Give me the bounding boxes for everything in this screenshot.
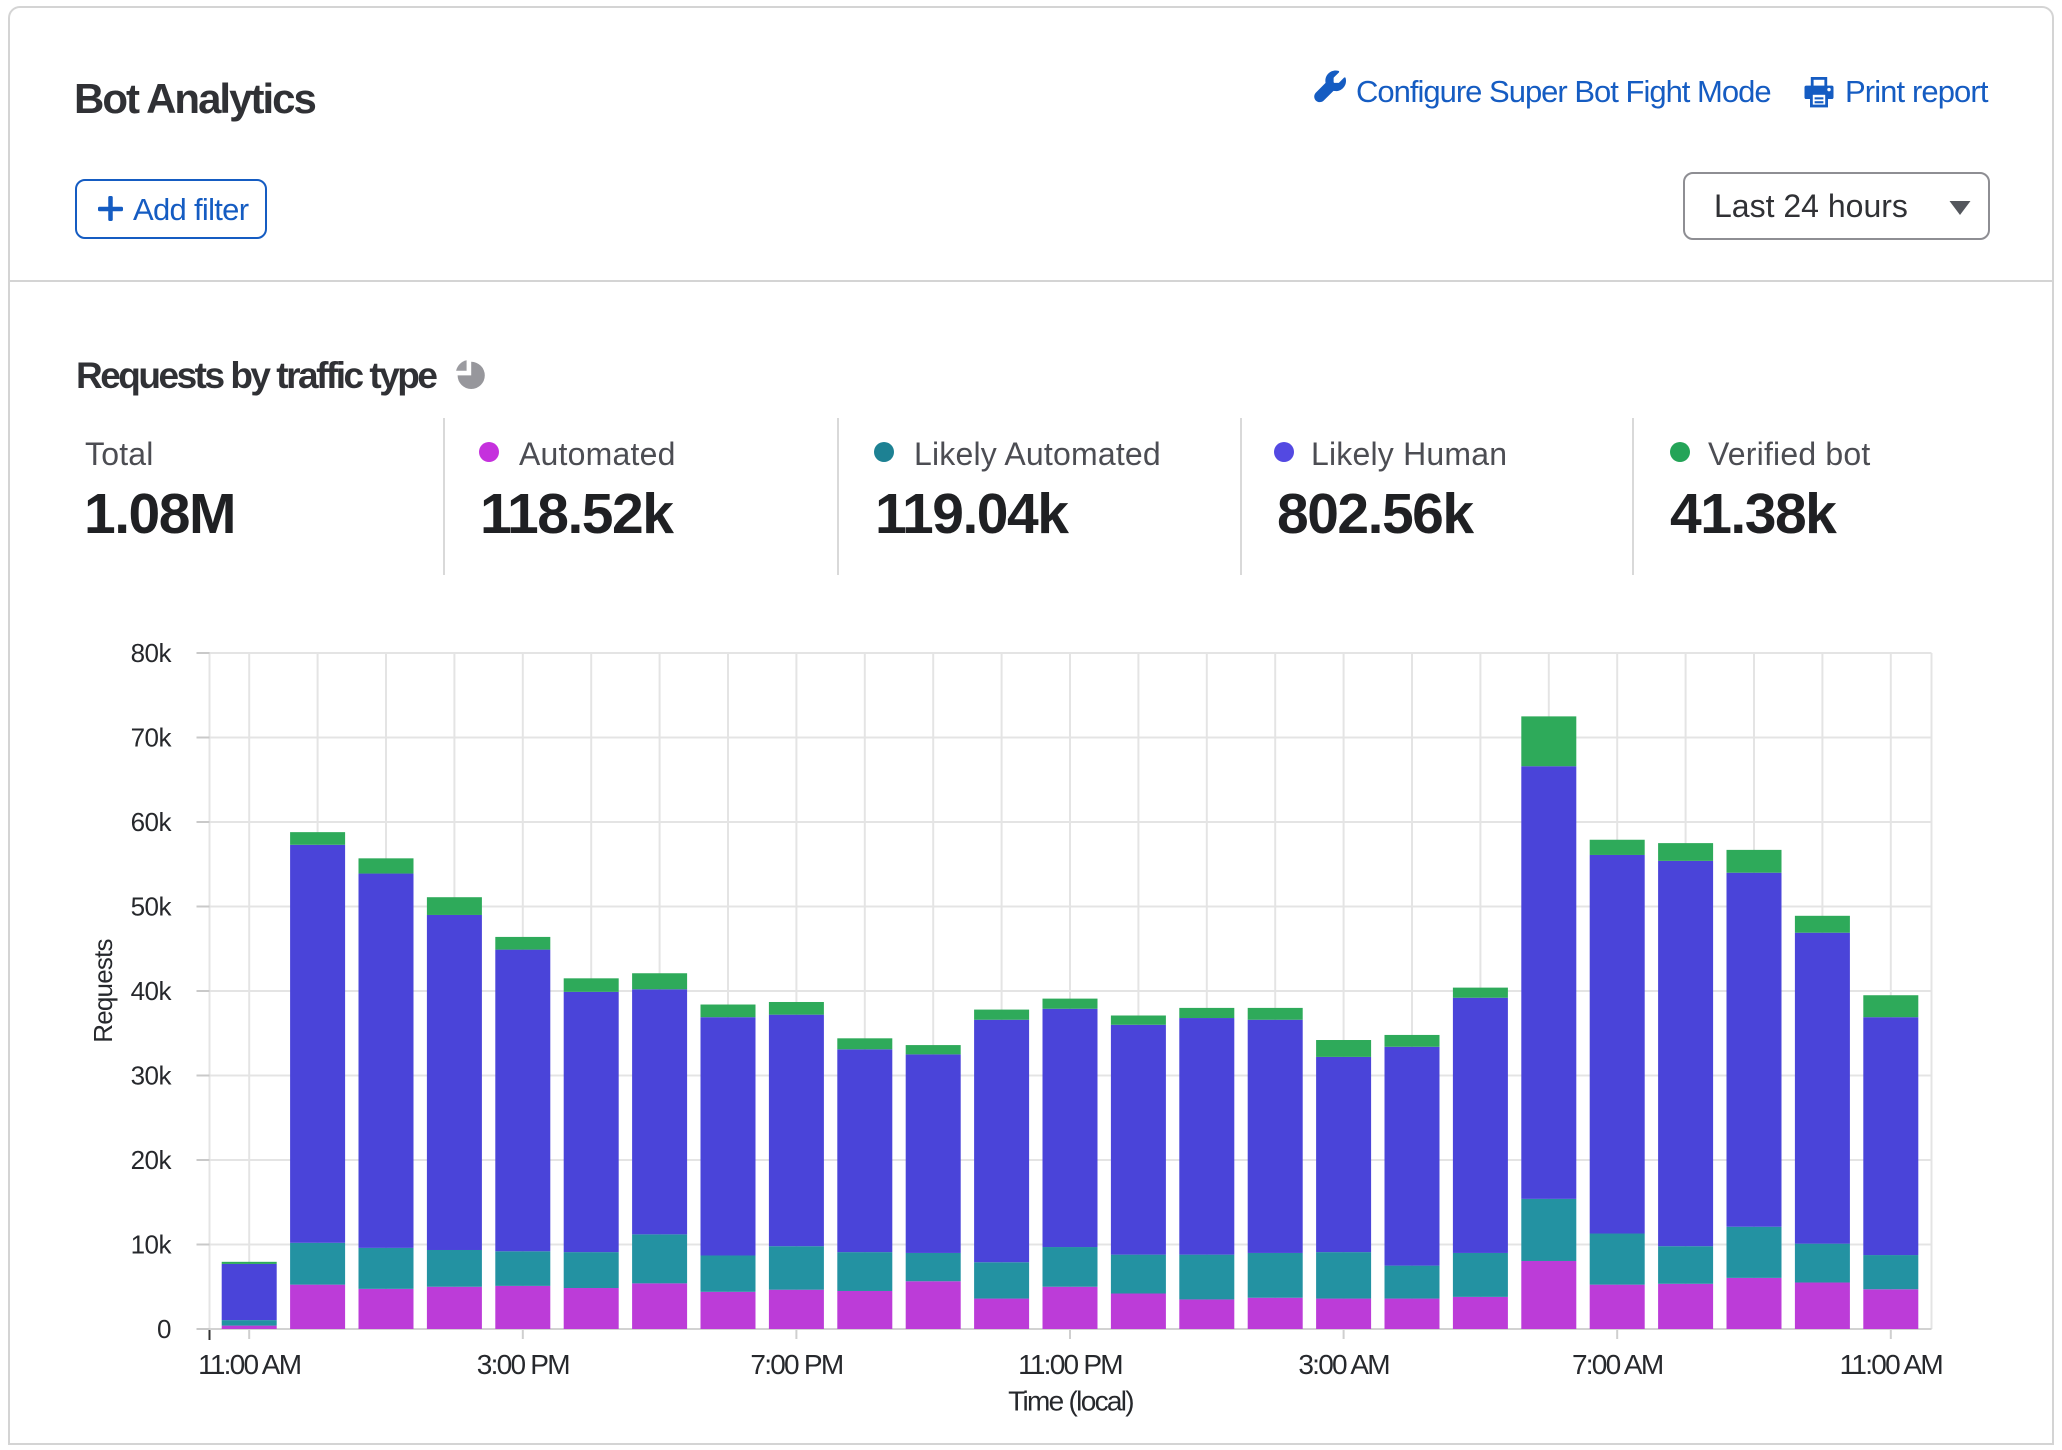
svg-text:80k: 80k xyxy=(131,638,173,668)
svg-text:70k: 70k xyxy=(131,723,173,753)
svg-text:3:00 AM: 3:00 AM xyxy=(1298,1349,1389,1380)
svg-text:20k: 20k xyxy=(131,1145,173,1175)
svg-text:7:00 AM: 7:00 AM xyxy=(1572,1349,1663,1380)
svg-text:Time (local): Time (local) xyxy=(1008,1385,1133,1416)
svg-text:7:00 PM: 7:00 PM xyxy=(750,1349,842,1380)
svg-text:60k: 60k xyxy=(131,807,173,837)
svg-text:3:00 PM: 3:00 PM xyxy=(477,1349,569,1380)
svg-text:30k: 30k xyxy=(131,1061,173,1091)
svg-text:40k: 40k xyxy=(131,976,173,1006)
svg-text:11:00 AM: 11:00 AM xyxy=(1840,1349,1943,1380)
svg-text:10k: 10k xyxy=(131,1230,173,1260)
svg-text:11:00 PM: 11:00 PM xyxy=(1018,1349,1122,1380)
svg-text:11:00 AM: 11:00 AM xyxy=(198,1349,301,1380)
svg-text:Requests: Requests xyxy=(88,938,118,1042)
svg-text:0: 0 xyxy=(157,1314,171,1344)
svg-text:50k: 50k xyxy=(131,892,173,922)
